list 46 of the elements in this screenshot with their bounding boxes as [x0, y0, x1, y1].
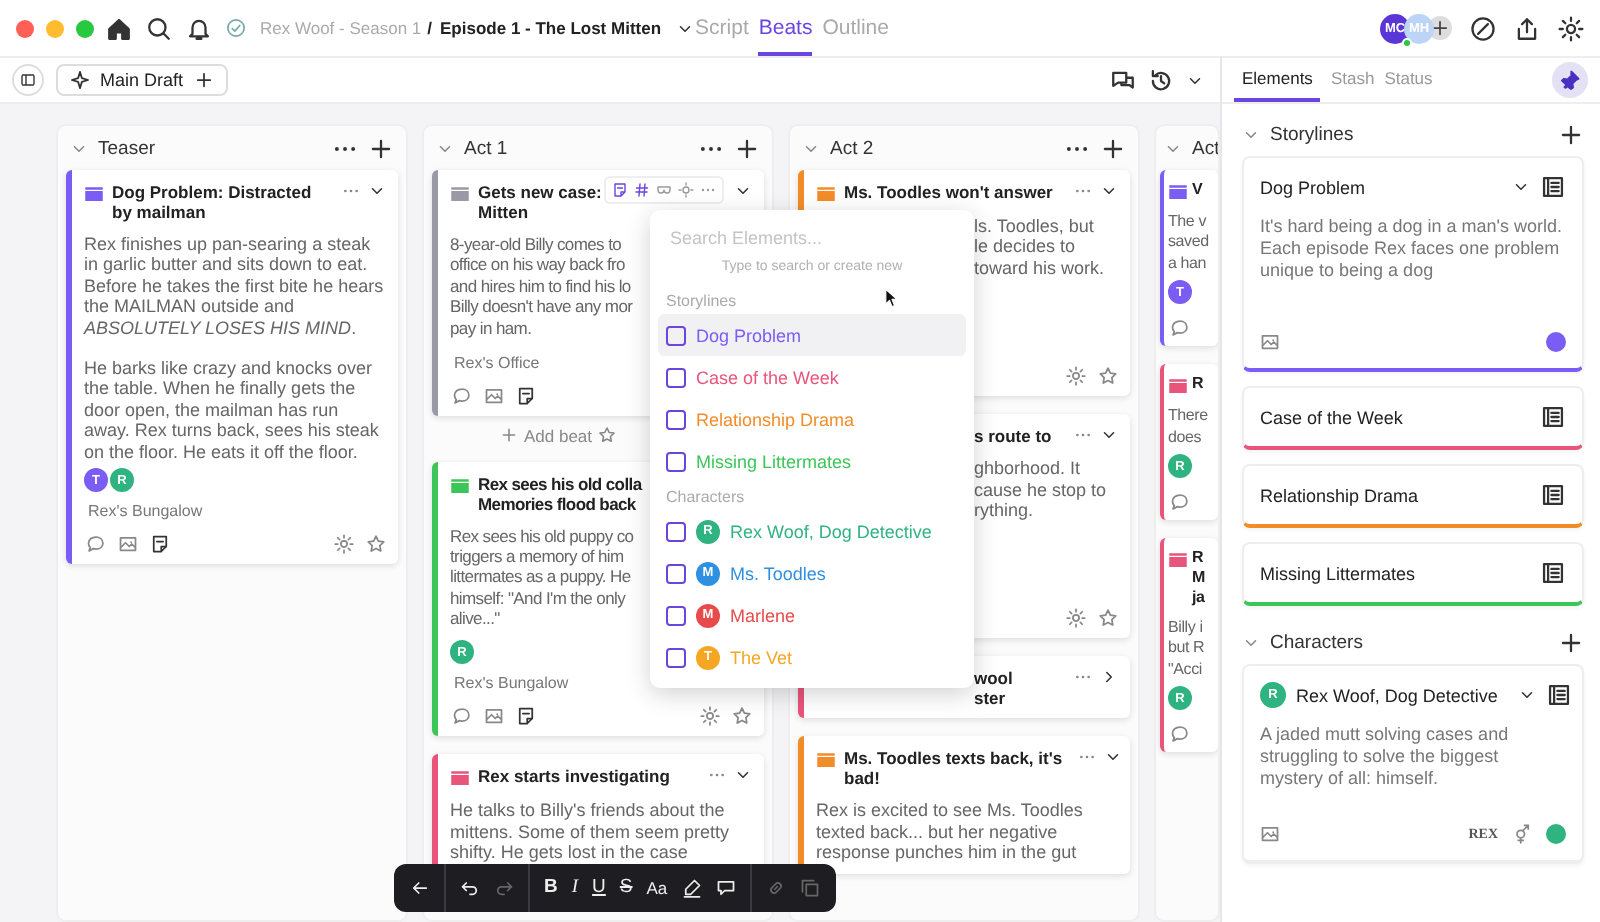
location-label: Rex's Office: [454, 353, 542, 372]
card-text: ls. Toodles, but le decides to toward his work.: [974, 216, 1107, 279]
card-title: Gets new case: Mitten: [478, 182, 602, 222]
location-label: Rex's Bungalow: [88, 502, 205, 521]
storyline-name: Relationship Drama: [1260, 485, 1419, 505]
storyline-name: Case of the Week: [1260, 407, 1403, 427]
card-title: V: [1192, 180, 1203, 200]
card-title: Dog Problem: Distracted by mailman: [112, 182, 312, 222]
card-title: Ms. Toodles texts back, it's bad!: [844, 748, 1063, 789]
card-title: Rex sees his old colla Memories flood back: [478, 473, 642, 514]
card-text: Rex finishes up pan-searing a steak in garlic butter and sits down to eat. Before he takes the first bite he hears the MAILMAN outside and ABSOLUTELY LOSES HIS MIND.: [84, 234, 386, 339]
column-title: Act 1: [464, 137, 508, 159]
card-title: wool ster: [974, 668, 1013, 709]
card-text: He talks to Billy's friends about the mittens. Some of them seem pretty shifty. He gets lost in the case: [450, 800, 732, 863]
section-title: Storylines: [1270, 123, 1354, 145]
card-title: R: [1192, 374, 1204, 395]
card-text: does: [1168, 427, 1204, 449]
card-text: Billy i: [1168, 618, 1205, 639]
card-title: Rex starts investigating: [478, 766, 670, 787]
card-text: but R: [1168, 638, 1207, 660]
location-label: Rex's Bungalow: [454, 674, 571, 693]
breadcrumb-separator: /: [427, 18, 433, 38]
card-text: saved: [1168, 232, 1211, 254]
picker-section-title: Storylines: [664, 290, 739, 314]
card-text: There: [1168, 406, 1210, 428]
card-title: s route to: [974, 426, 1052, 447]
column-title: Teaser: [98, 137, 156, 159]
card-text: 8-year-old Billy comes to office on his way back fro and hires him to find his lo Billy doesn't have any mor pay in ham.: [450, 234, 633, 339]
card-text: "Acci: [1168, 659, 1204, 681]
card-title: Ms. Toodles won't answer: [844, 182, 1053, 202]
card-text: a han: [1168, 253, 1209, 275]
section-title: Characters: [1270, 631, 1363, 653]
character-name: Rex Woof, Dog Detective: [1296, 685, 1498, 705]
picker-section-title: Characters: [664, 486, 747, 510]
storyline-name: Dog Problem: [1260, 177, 1366, 197]
column-title: Act 2: [830, 137, 874, 159]
card-text: He barks like crazy and knocks over the table. When he finally gets the door open, the mailman has run away. Rex turns back, sees his steak on the floor. He eats it off the floor.: [84, 358, 381, 463]
storyline-name: Missing Littermates: [1260, 563, 1416, 583]
card-text: Rex sees his old puppy co triggers a memory of him littermates as a puppy. He himself: "And I'm the only alive...": [450, 525, 634, 630]
card-title: R M ja: [1192, 548, 1205, 609]
card-text: Rex is excited to see Ms. Toodles texted back... but her negative response punches him in the gut: [816, 800, 1085, 864]
storyline-description: It's hard being a dog in a man's world. Each episode Rex faces one problem unique to being a dog: [1260, 216, 1565, 284]
character-description: A jaded mutt solving cases and struggling to solve the biggest mystery of all: himself.: [1260, 724, 1511, 792]
draft-label: Main Draft: [100, 70, 184, 90]
card-text: ghborhood. It cause he stop to rything.: [974, 458, 1109, 521]
card-text: The v: [1168, 212, 1209, 233]
